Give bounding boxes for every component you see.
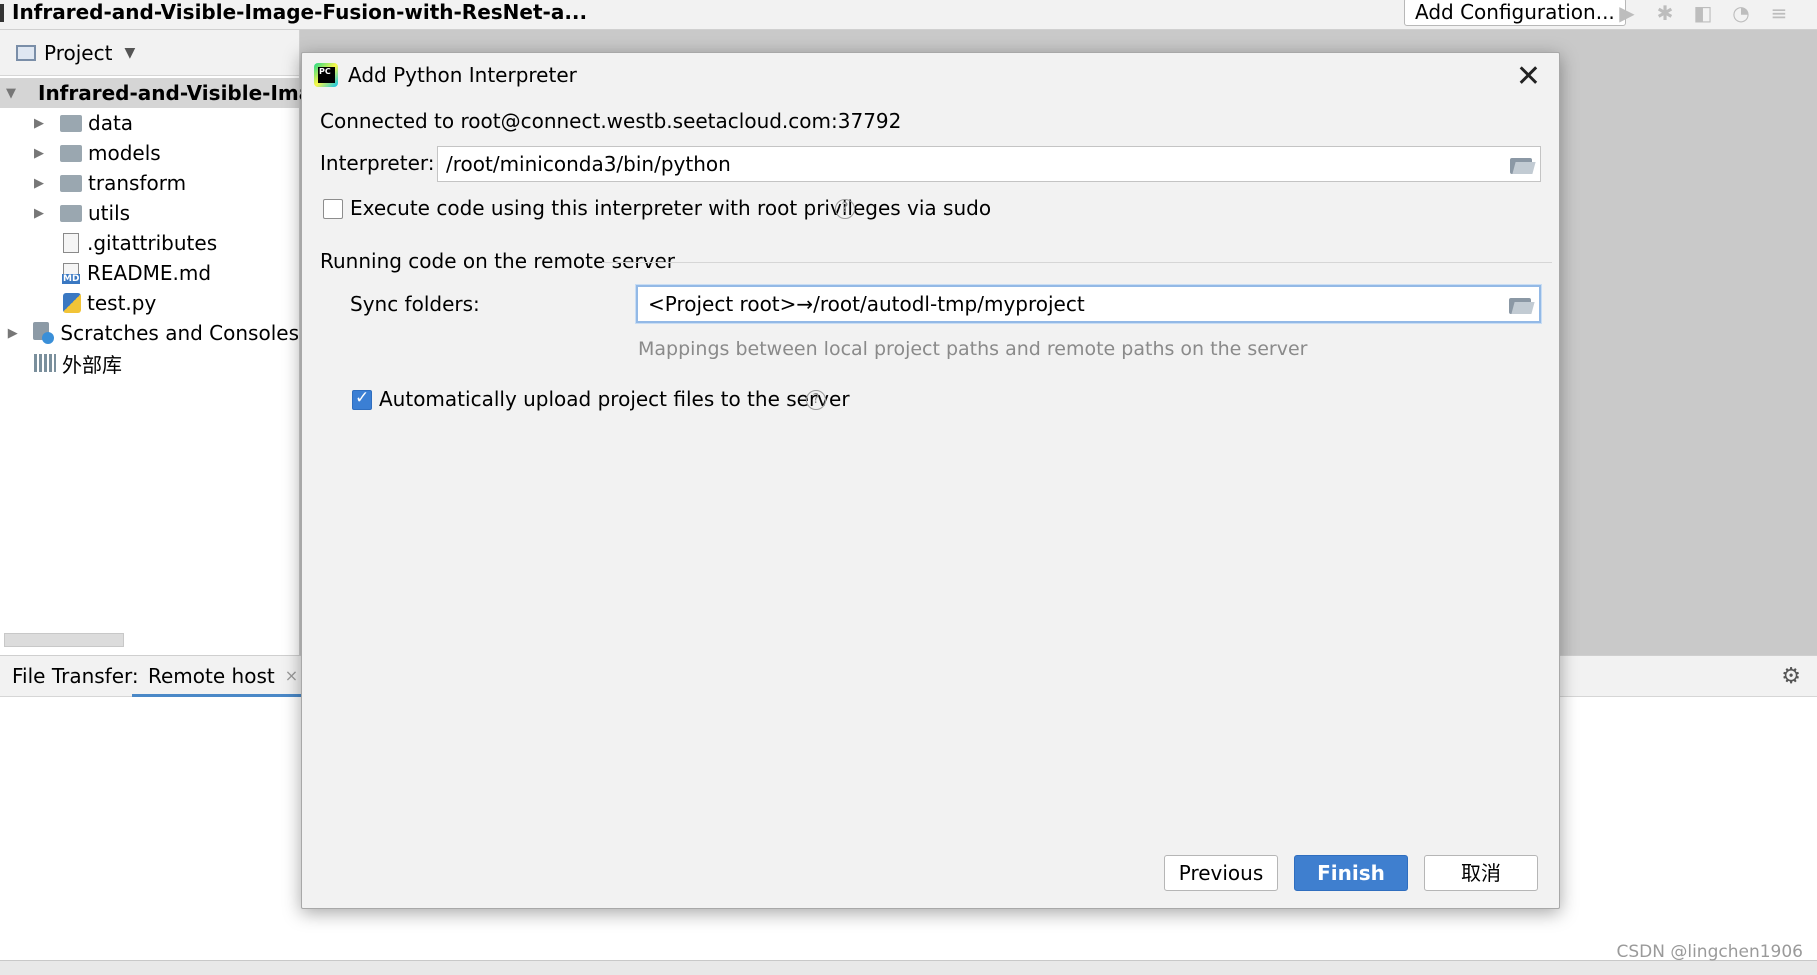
close-tab-icon[interactable]: × (285, 664, 298, 694)
tree-item-transform[interactable]: ▶ transform (0, 168, 299, 198)
auto-upload-checkbox[interactable] (352, 388, 372, 410)
tree-item-label: Scratches and Consoles (60, 321, 299, 345)
tab-label: Remote host (148, 664, 275, 688)
tree-item-label: .gitattributes (87, 231, 218, 255)
project-view-label: Project (44, 40, 113, 65)
project-title: Infrared-and-Visible-Image-Fusion-with-R… (12, 0, 588, 24)
add-python-interpreter-dialog: Add Python Interpreter ✕ Connected to ro… (301, 52, 1560, 909)
tree-item-utils[interactable]: ▶ utils (0, 198, 299, 228)
folder-open-icon[interactable] (1509, 296, 1533, 314)
run-toolbar: ▶ ✱ ◧ ◔ ≡ (1615, 2, 1791, 24)
tree-item-label: data (88, 111, 134, 135)
sync-folders-input[interactable]: <Project root>→/root/autodl-tmp/myprojec… (636, 285, 1541, 323)
coverage-icon[interactable]: ◧ (1691, 2, 1715, 24)
interpreter-path-input[interactable]: /root/miniconda3/bin/python (437, 146, 1541, 182)
expanded-arrow-icon[interactable]: ▼ (6, 86, 16, 101)
folder-icon (60, 204, 82, 222)
horizontal-scrollbar[interactable] (4, 633, 124, 647)
section-divider (602, 262, 1552, 263)
help-icon[interactable]: ? (806, 390, 826, 410)
scratches-icon (33, 322, 55, 344)
folder-icon (60, 114, 82, 132)
interpreter-label: Interpreter: (320, 151, 435, 175)
collapsed-arrow-icon[interactable]: ▶ (6, 326, 19, 341)
status-bar (0, 960, 1817, 975)
text-file-icon (63, 233, 79, 253)
titlebar-marker (0, 4, 4, 22)
tree-item-label: test.py (87, 291, 157, 315)
file-transfer-label: File Transfer: (12, 664, 139, 688)
collapsed-arrow-icon[interactable]: ▶ (32, 206, 46, 221)
finish-button[interactable]: Finish (1294, 855, 1408, 891)
tree-item-label: 外部库 (62, 352, 122, 377)
sync-folders-value: <Project root>→/root/autodl-tmp/myprojec… (648, 292, 1085, 316)
sudo-checkbox[interactable] (323, 199, 343, 219)
watermark: CSDN @lingchen1906 (1616, 942, 1803, 962)
auto-upload-label[interactable]: Automatically upload project files to th… (379, 387, 850, 411)
tree-item-label: Infrared-and-Visible-Image (38, 81, 341, 105)
dialog-titlebar[interactable]: Add Python Interpreter ✕ (302, 53, 1559, 99)
folder-icon (60, 174, 82, 192)
cancel-button[interactable]: 取消 (1424, 855, 1538, 891)
connection-info: Connected to root@connect.westb.seetaclo… (320, 109, 902, 133)
project-panel: Project ▼ ▼ Infrared-and-Visible-Image ▶… (0, 30, 340, 655)
sync-folders-label: Sync folders: (350, 292, 480, 316)
pycharm-logo-icon (314, 63, 338, 87)
folder-open-icon[interactable] (1510, 156, 1534, 174)
add-configuration-button[interactable]: Add Configuration... (1404, 0, 1626, 26)
tree-item-data[interactable]: ▶ data (0, 108, 299, 138)
close-icon[interactable]: ✕ (1516, 57, 1541, 97)
tree-item-label: transform (88, 171, 187, 195)
profile-icon[interactable]: ◔ (1729, 2, 1753, 24)
debug-icon[interactable]: ✱ (1653, 2, 1677, 24)
tree-item-test-py[interactable]: test.py (0, 288, 299, 318)
tree-item-readme[interactable]: MD README.md (0, 258, 299, 288)
tree-item-label: models (88, 141, 161, 165)
collapsed-arrow-icon[interactable]: ▶ (32, 116, 46, 131)
chevron-down-icon[interactable]: ▼ (124, 45, 135, 61)
help-icon[interactable]: ? (835, 199, 855, 219)
sync-folders-hint: Mappings between local project paths and… (638, 338, 1308, 360)
project-panel-header[interactable]: Project ▼ (0, 30, 299, 76)
tab-remote-host[interactable]: Remote host × (132, 656, 315, 697)
project-tree: ▼ Infrared-and-Visible-Image ▶ data ▶ mo… (0, 76, 340, 378)
window-titlebar: Infrared-and-Visible-Image-Fusion-with-R… (0, 0, 1817, 30)
tree-item-root[interactable]: ▼ Infrared-and-Visible-Image (0, 78, 340, 108)
python-file-icon (63, 293, 81, 313)
tree-item-gitattributes[interactable]: .gitattributes (0, 228, 299, 258)
run-list-icon[interactable]: ≡ (1767, 2, 1791, 24)
collapsed-arrow-icon[interactable]: ▶ (32, 176, 46, 191)
folder-icon (60, 144, 82, 162)
gear-icon[interactable]: ⚙ (1781, 664, 1801, 689)
run-icon[interactable]: ▶ (1615, 2, 1639, 24)
tree-item-label: utils (88, 201, 131, 225)
sudo-checkbox-label[interactable]: Execute code using this interpreter with… (350, 196, 991, 220)
dialog-title: Add Python Interpreter (348, 63, 577, 87)
section-title: Running code on the remote server (320, 249, 675, 273)
library-icon (34, 354, 56, 372)
markdown-file-icon: MD (62, 263, 81, 284)
tree-item-label: README.md (87, 261, 212, 285)
project-view-icon (16, 44, 36, 61)
tree-item-models[interactable]: ▶ models (0, 138, 299, 168)
interpreter-path-value: /root/miniconda3/bin/python (446, 152, 731, 176)
tree-item-external-libraries[interactable]: 外部库 (0, 348, 299, 378)
collapsed-arrow-icon[interactable]: ▶ (32, 146, 46, 161)
previous-button[interactable]: Previous (1164, 855, 1278, 891)
tree-item-scratches[interactable]: ▶ Scratches and Consoles (0, 318, 299, 348)
